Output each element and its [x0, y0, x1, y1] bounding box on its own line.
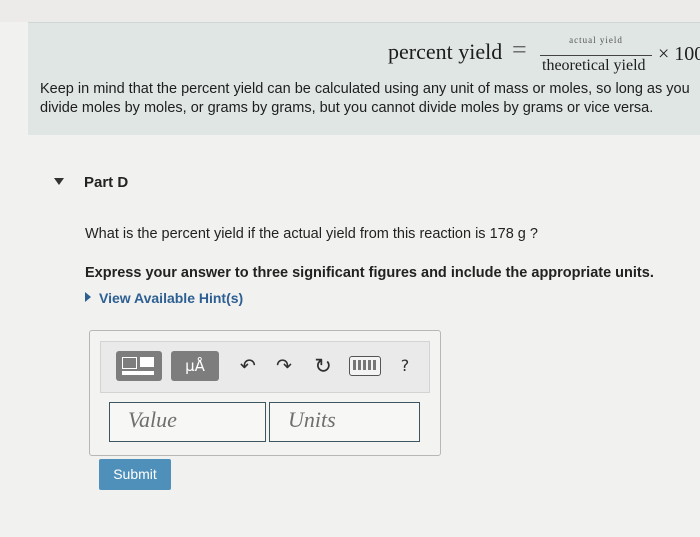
redo-icon[interactable]: ↷: [270, 351, 298, 381]
units-input[interactable]: Units: [269, 402, 420, 442]
view-hints-link[interactable]: View Available Hint(s): [85, 290, 243, 306]
template-box-icon: [122, 357, 137, 369]
formula-equals: =: [512, 35, 527, 64]
collapse-caret-icon[interactable]: [54, 178, 64, 185]
formula-multiplier: × 100%: [658, 43, 700, 65]
formula-lhs: percent yield: [388, 39, 503, 64]
keyboard-icon[interactable]: [349, 356, 381, 376]
hint-link-label: View Available Hint(s): [99, 290, 244, 306]
answer-panel: μÅ ↶ ↷ ↻ ? Value Units: [89, 330, 441, 456]
info-box: percent yield = actual yield theoretical…: [28, 22, 700, 135]
value-input[interactable]: Value: [109, 402, 266, 442]
template-fill-icon: [140, 357, 154, 367]
help-icon[interactable]: ?: [391, 351, 419, 381]
part-title: Part D: [84, 174, 129, 191]
submit-button[interactable]: Submit: [99, 459, 171, 490]
percent-yield-formula: percent yield = actual yield theoretical…: [360, 31, 700, 81]
info-note: Keep in mind that the percent yield can …: [40, 81, 690, 116]
reset-icon[interactable]: ↻: [309, 351, 337, 381]
instruction-text: Express your answer to three significant…: [85, 265, 654, 281]
question-text: What is the percent yield if the actual …: [85, 226, 538, 242]
undo-icon[interactable]: ↶: [234, 351, 262, 381]
fraction-line: [540, 55, 652, 56]
units-button[interactable]: μÅ: [171, 351, 219, 381]
math-toolbar: μÅ ↶ ↷ ↻ ?: [100, 341, 430, 393]
formula-denominator: theoretical yield: [542, 57, 646, 74]
keyboard-keys: [353, 360, 376, 370]
formula-numerator: actual yield: [569, 35, 623, 45]
templates-button[interactable]: [116, 351, 162, 381]
top-border: [0, 0, 700, 22]
template-bar-icon: [122, 371, 154, 375]
expand-triangle-icon: [85, 292, 91, 302]
